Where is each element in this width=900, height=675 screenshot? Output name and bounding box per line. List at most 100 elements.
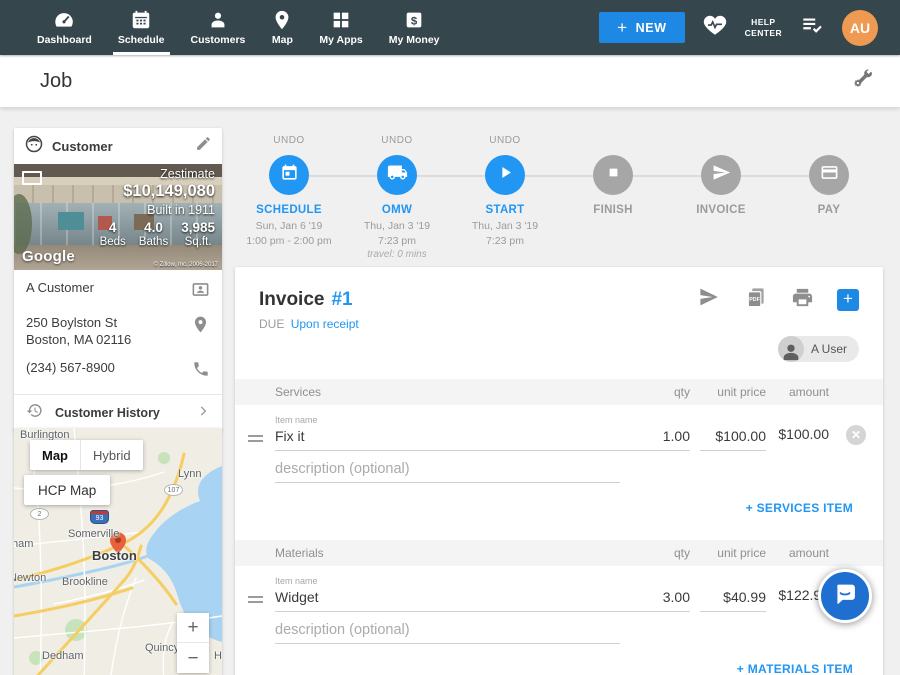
map-pin-icon xyxy=(271,9,293,31)
undo-omw-link[interactable]: UNDO xyxy=(381,135,412,149)
hcp-map-button[interactable]: HCP Map xyxy=(24,475,110,505)
customer-name: A Customer xyxy=(26,280,94,297)
nav-item-map[interactable]: Map xyxy=(258,0,306,55)
zestimate-value: $10,149,080 xyxy=(100,182,215,201)
edit-pencil-icon[interactable] xyxy=(195,135,212,157)
built-year: Built in 1911 xyxy=(100,203,215,217)
contact-card-icon[interactable] xyxy=(191,280,210,304)
undo-schedule-link[interactable]: UNDO xyxy=(273,135,304,149)
services-section-header: Services qty unit price amount xyxy=(235,379,883,405)
invoice-step-button[interactable] xyxy=(701,155,741,195)
add-invoice-button[interactable]: + xyxy=(837,289,859,311)
step-finish: FINISH xyxy=(559,135,667,260)
map-label-quincy: Quincy xyxy=(145,642,179,654)
svg-text:$: $ xyxy=(411,15,418,27)
material-description-row xyxy=(235,618,883,644)
map-label-brookline: Brookline xyxy=(62,576,108,588)
user-avatar[interactable]: AU xyxy=(842,10,878,46)
map-card: Burlington Lynn 107 2 93 Somerville ham … xyxy=(14,428,222,675)
material-name-input[interactable] xyxy=(275,586,620,612)
assigned-user-chip[interactable]: A User xyxy=(778,336,859,362)
help-center-button[interactable]: HELP CENTER xyxy=(745,17,782,38)
new-button[interactable]: + NEW xyxy=(599,12,685,43)
service-description-input[interactable] xyxy=(275,457,620,483)
job-tools-icon[interactable] xyxy=(851,67,874,95)
content-area: Customer Zestimate $10,149,080 Built in … xyxy=(0,107,900,675)
map-type-control: Map Hybrid xyxy=(30,440,143,470)
map-label-somerville: Somerville xyxy=(68,528,119,540)
customer-address-row: 250 Boylston St Boston, MA 02116 xyxy=(26,315,210,349)
health-heart-icon[interactable] xyxy=(702,12,728,43)
chat-bubble-icon xyxy=(831,580,859,613)
omw-step-button[interactable] xyxy=(377,155,417,195)
location-pin-icon[interactable] xyxy=(191,315,210,339)
nav-item-my-money[interactable]: $ My Money xyxy=(376,0,453,55)
service-description-row xyxy=(235,457,883,483)
material-description-input[interactable] xyxy=(275,618,620,644)
print-icon[interactable] xyxy=(791,286,814,314)
material-qty-input[interactable] xyxy=(620,586,690,612)
map-label-boston: Boston xyxy=(92,548,137,563)
customer-name-row: A Customer xyxy=(26,280,210,304)
map-type-map-button[interactable]: Map xyxy=(30,440,80,470)
chevron-right-icon xyxy=(196,404,210,423)
amount-column-header: amount xyxy=(766,385,829,399)
customer-address: 250 Boylston St Boston, MA 02116 xyxy=(26,315,131,349)
step-omw: UNDO OMW Thu, Jan 3 '197:23 pm travel: 0… xyxy=(343,135,451,260)
due-label: DUE xyxy=(259,317,284,331)
send-icon xyxy=(712,163,731,187)
remove-item-icon[interactable]: ✕ xyxy=(846,425,866,445)
apps-grid-icon xyxy=(330,9,352,31)
main-menu: Dashboard Schedule Customers Map My Apps… xyxy=(0,0,453,55)
customer-card: Customer Zestimate $10,149,080 Built in … xyxy=(14,128,222,432)
start-step-button[interactable] xyxy=(485,155,525,195)
plus-icon: + xyxy=(617,19,628,36)
service-unit-price-input[interactable] xyxy=(700,425,766,451)
step-schedule: UNDO SCHEDULE Sun, Jan 6 '191:00 pm - 2:… xyxy=(235,135,343,260)
customer-phone-row: (234) 567-8900 xyxy=(26,360,210,383)
service-name-input[interactable] xyxy=(275,425,620,451)
due-terms-link[interactable]: Upon receipt xyxy=(291,317,359,331)
customer-history-button[interactable]: Customer History xyxy=(14,395,222,432)
streetview-toggle-icon[interactable] xyxy=(22,171,42,185)
property-photo: Zestimate $10,149,080 Built in 1911 4Bed… xyxy=(14,164,222,270)
zoom-in-button[interactable]: + xyxy=(177,613,209,643)
zoom-out-button[interactable]: − xyxy=(177,643,209,673)
dashboard-gauge-icon xyxy=(53,9,75,31)
pdf-icon[interactable]: PDF xyxy=(744,286,768,314)
drag-handle[interactable] xyxy=(248,596,263,603)
nav-item-dashboard[interactable]: Dashboard xyxy=(24,0,105,55)
phone-icon[interactable] xyxy=(192,360,210,383)
calendar-icon xyxy=(130,9,152,31)
service-item-row: Item name $100.00 ✕ xyxy=(235,415,883,451)
unit-price-column-header: unit price xyxy=(690,385,766,399)
map-type-hybrid-button[interactable]: Hybrid xyxy=(80,440,143,470)
photo-credit: © Zillow, Inc. 2006-2017 xyxy=(154,262,218,268)
service-qty-input[interactable] xyxy=(620,425,690,451)
step-start: UNDO START Thu, Jan 3 '197:23 pm xyxy=(451,135,559,260)
nav-item-customers[interactable]: Customers xyxy=(178,0,259,55)
add-materials-item-link[interactable]: + MATERIALS ITEM xyxy=(737,662,853,675)
drag-handle[interactable] xyxy=(248,435,263,442)
truck-icon xyxy=(387,162,408,188)
nav-item-my-apps[interactable]: My Apps xyxy=(306,0,375,55)
undo-start-link[interactable]: UNDO xyxy=(489,135,520,149)
customer-card-title: Customer xyxy=(52,139,113,154)
stop-icon xyxy=(605,164,622,186)
checklist-icon[interactable] xyxy=(799,12,825,43)
nav-item-schedule[interactable]: Schedule xyxy=(105,0,178,55)
google-logo: Google xyxy=(22,248,75,265)
finish-step-button[interactable] xyxy=(593,155,633,195)
i93-shield: 93 xyxy=(90,510,109,524)
map-zoom-control: + − xyxy=(177,613,209,673)
material-unit-price-input[interactable] xyxy=(700,586,766,612)
person-icon xyxy=(207,9,229,31)
chat-widget-button[interactable] xyxy=(818,569,872,623)
schedule-step-button[interactable] xyxy=(269,155,309,195)
route-2-shield: 2 xyxy=(30,508,49,520)
map-label-lynn: Lynn xyxy=(178,468,201,480)
pay-step-button[interactable] xyxy=(809,155,849,195)
nav-item-label: Schedule xyxy=(118,34,165,46)
send-invoice-icon[interactable] xyxy=(697,285,721,314)
add-services-item-link[interactable]: + SERVICES ITEM xyxy=(746,501,853,515)
